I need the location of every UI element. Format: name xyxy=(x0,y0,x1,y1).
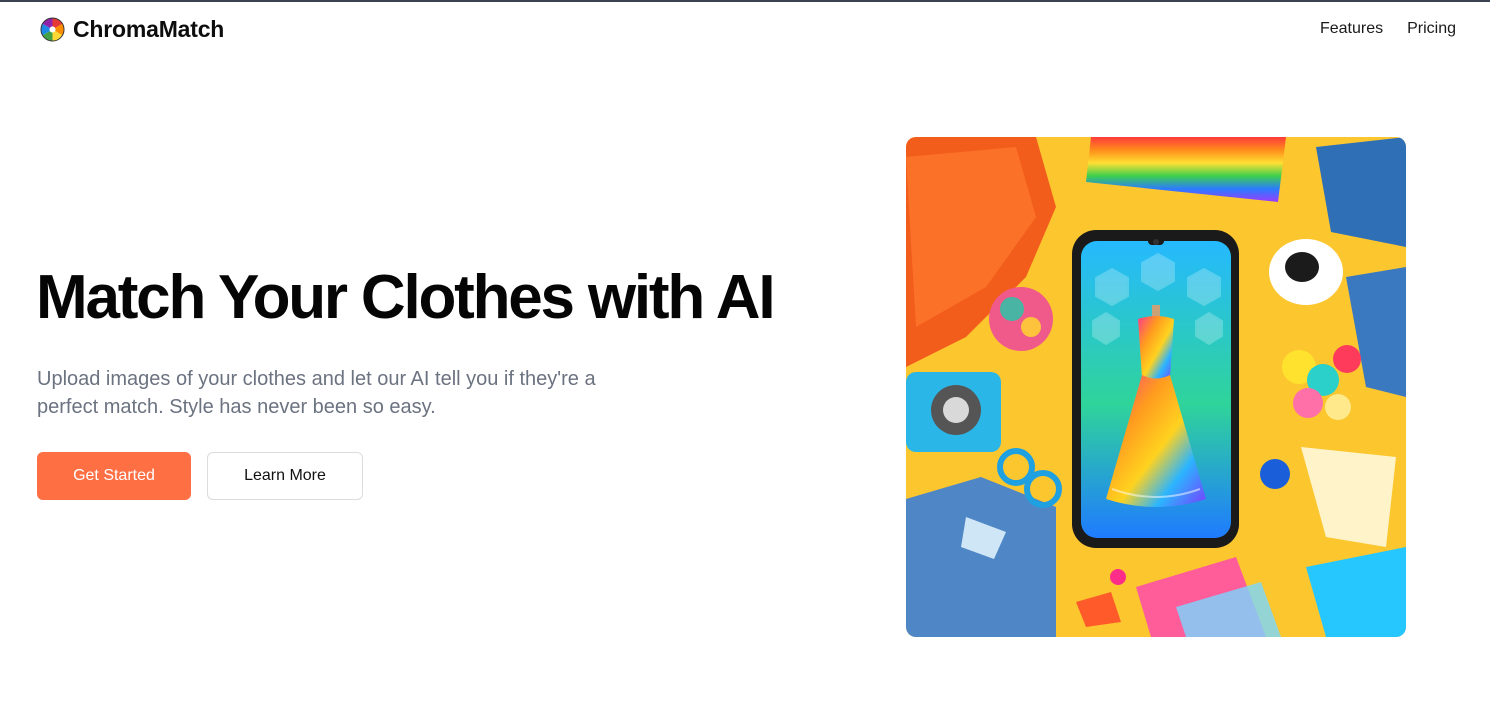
hero-subtitle: Upload images of your clothes and let ou… xyxy=(37,368,596,418)
get-started-button[interactable]: Get Started xyxy=(37,452,191,500)
learn-more-button[interactable]: Learn More xyxy=(207,452,363,500)
brand[interactable]: ChromaMatch xyxy=(40,16,224,43)
top-nav: ChromaMatch Features Pricing xyxy=(0,2,1490,58)
nav-links: Features Pricing xyxy=(1320,20,1456,38)
brand-name: ChromaMatch xyxy=(73,16,225,42)
hero-image xyxy=(906,137,1406,637)
nav-link-pricing[interactable]: Pricing xyxy=(1407,20,1456,38)
phone-with-rainbow-dress-illustration xyxy=(906,137,1406,637)
nav-link-features[interactable]: Features xyxy=(1320,20,1383,38)
hero-title: Match Your Clothes with AI xyxy=(36,263,776,332)
color-wheel-icon xyxy=(40,17,65,42)
